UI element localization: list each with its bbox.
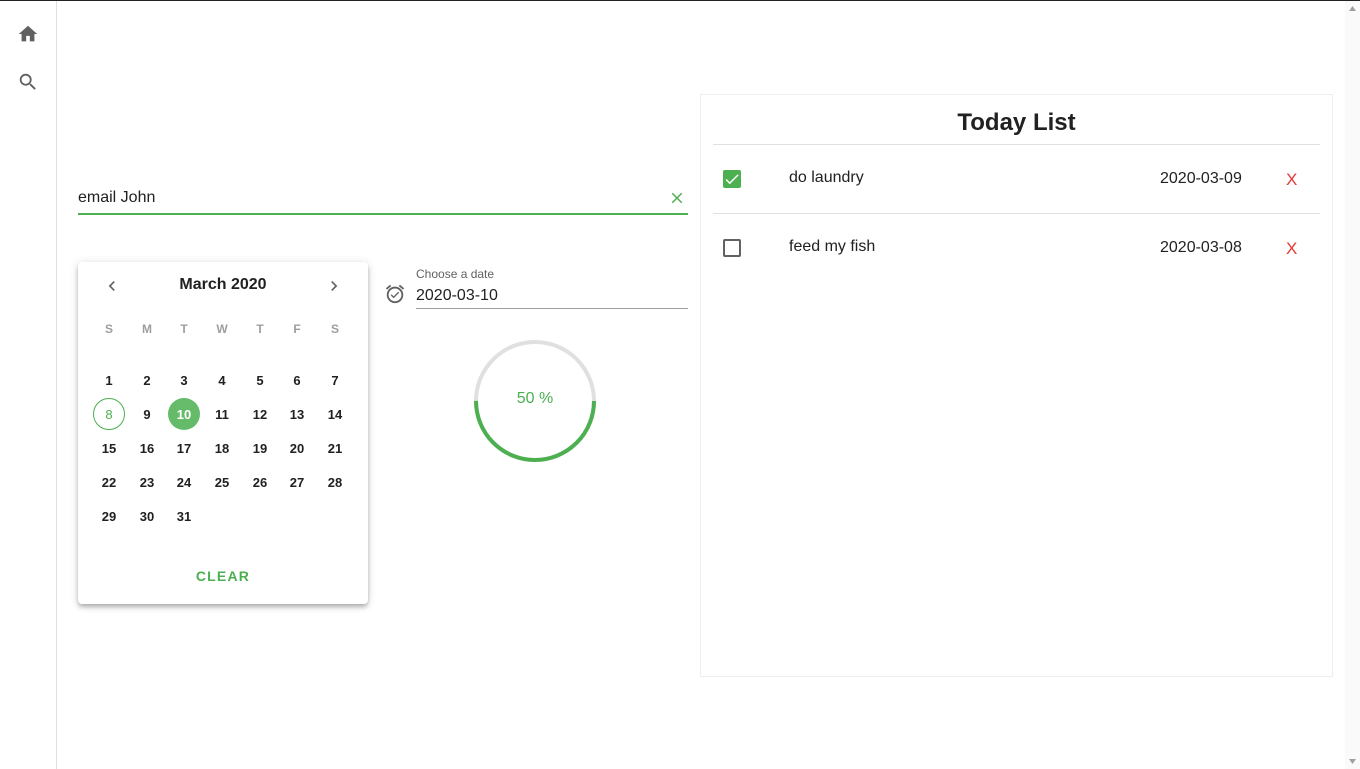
weekday-label: W bbox=[216, 322, 228, 336]
calendar-day[interactable]: 31 bbox=[168, 500, 200, 532]
alarm-icon[interactable] bbox=[384, 283, 406, 305]
date-field-label: Choose a date bbox=[416, 267, 495, 281]
calendar-day[interactable]: 8 bbox=[93, 398, 125, 430]
todo-row: feed my fish 2020-03-08 X bbox=[713, 214, 1320, 283]
calendar-day[interactable]: 9 bbox=[131, 398, 163, 430]
calendar-day[interactable]: 25 bbox=[206, 466, 238, 498]
todo-date: 2020-03-09 bbox=[1160, 170, 1242, 187]
weekday-label: M bbox=[142, 322, 152, 336]
next-month-button[interactable] bbox=[322, 274, 346, 298]
weekday-label: S bbox=[104, 322, 113, 336]
calendar-day[interactable]: 1 bbox=[93, 364, 125, 396]
calendar-day[interactable]: 23 bbox=[131, 466, 163, 498]
sidebar bbox=[0, 1, 57, 769]
home-button[interactable] bbox=[14, 20, 42, 48]
calendar-day[interactable]: 4 bbox=[206, 364, 238, 396]
calendar-day[interactable]: 21 bbox=[319, 432, 351, 464]
search-button[interactable] bbox=[14, 68, 42, 96]
delete-button[interactable]: X bbox=[1286, 239, 1297, 259]
calendar-day[interactable]: 12 bbox=[244, 398, 276, 430]
calendar-day[interactable]: 22 bbox=[93, 466, 125, 498]
page-scrollbar[interactable] bbox=[1345, 1, 1360, 769]
calendar-day[interactable]: 16 bbox=[131, 432, 163, 464]
delete-button[interactable]: X bbox=[1286, 170, 1297, 190]
date-picker-header: March 2020 bbox=[78, 274, 368, 298]
todo-checkbox[interactable] bbox=[723, 239, 741, 257]
calendar-day[interactable]: 27 bbox=[281, 466, 313, 498]
date-input[interactable] bbox=[416, 281, 688, 309]
calendar-day[interactable]: 30 bbox=[131, 500, 163, 532]
todo-input[interactable] bbox=[78, 187, 648, 209]
close-icon[interactable] bbox=[668, 189, 686, 207]
weekday-label: S bbox=[330, 322, 339, 336]
date-picker: March 2020 S M T W T F S 1 2 3 4 5 6 7 8 9 10 11 12… bbox=[78, 262, 368, 604]
calendar-day[interactable]: 24 bbox=[168, 466, 200, 498]
scroll-down-arrow-icon[interactable] bbox=[1348, 757, 1357, 765]
todo-row: do laundry 2020-03-09 X bbox=[713, 145, 1320, 214]
calendar-day[interactable]: 15 bbox=[93, 432, 125, 464]
calendar-day[interactable]: 5 bbox=[244, 364, 276, 396]
calendar-day[interactable]: 11 bbox=[206, 398, 238, 430]
progress-label: 50 % bbox=[516, 390, 554, 407]
today-list-card: Today List do laundry 2020-03-09 X feed … bbox=[700, 94, 1333, 677]
weekday-label: T bbox=[180, 322, 188, 336]
calendar-day[interactable]: 2 bbox=[131, 364, 163, 396]
todo-checkbox[interactable] bbox=[723, 170, 741, 188]
search-icon bbox=[19, 73, 36, 90]
calendar-day[interactable]: 13 bbox=[281, 398, 313, 430]
checkmark-icon bbox=[725, 174, 739, 185]
todo-date: 2020-03-08 bbox=[1160, 239, 1242, 256]
weekday-label: F bbox=[293, 322, 301, 336]
calendar-day[interactable]: 29 bbox=[93, 500, 125, 532]
calendar-day[interactable]: 28 bbox=[319, 466, 351, 498]
home-icon bbox=[18, 25, 38, 42]
calendar-day[interactable]: 19 bbox=[244, 432, 276, 464]
todo-text: feed my fish bbox=[789, 238, 876, 255]
todo-input-field bbox=[78, 181, 688, 215]
scroll-up-arrow-icon[interactable] bbox=[1348, 5, 1357, 13]
calendar-day[interactable]: 6 bbox=[281, 364, 313, 396]
weekday-label: T bbox=[256, 322, 264, 336]
calendar-day[interactable]: 17 bbox=[168, 432, 200, 464]
calendar-day[interactable]: 3 bbox=[168, 364, 200, 396]
calendar-day[interactable]: 26 bbox=[244, 466, 276, 498]
clear-date-button[interactable]: CLEAR bbox=[78, 568, 368, 584]
calendar-day[interactable]: 10 bbox=[168, 398, 200, 430]
calendar-day[interactable]: 7 bbox=[319, 364, 351, 396]
calendar-day[interactable]: 18 bbox=[206, 432, 238, 464]
today-list-title: Today List bbox=[957, 109, 1076, 136]
chevron-right-icon bbox=[331, 281, 338, 291]
todo-text: do laundry bbox=[789, 169, 864, 186]
calendar-day[interactable]: 20 bbox=[281, 432, 313, 464]
date-field: Choose a date bbox=[384, 265, 688, 311]
calendar-day[interactable]: 14 bbox=[319, 398, 351, 430]
